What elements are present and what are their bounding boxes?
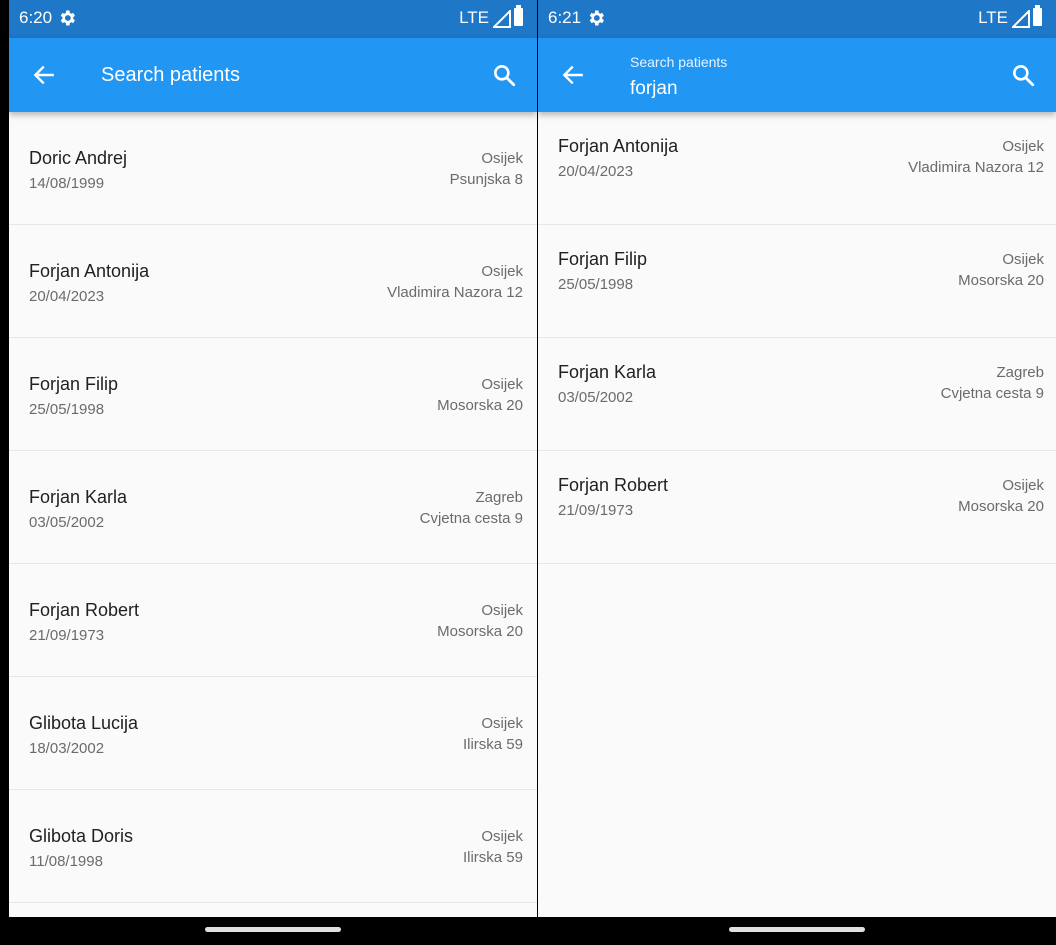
patient-dob: 03/05/2002 [558,389,634,406]
patient-dob: 03/05/2002 [29,514,105,531]
patient-city: Osijek [481,715,523,732]
phone-screen-left: 6:20 LTE Search patients Doric Andrej 14… [9,0,537,945]
signal-icon [493,10,511,28]
patient-city: Zagreb [475,489,523,506]
page-title: Search patients [101,64,240,86]
patient-name: Forjan Robert [558,475,669,495]
patient-dob: 14/08/1999 [29,175,105,192]
patient-street: Psunjska 8 [449,171,523,188]
patient-dob: 11/08/1998 [29,853,103,870]
patient-city: Osijek [481,263,523,280]
app-bar: Search patients forjan [538,38,1056,112]
arrow-back-icon[interactable] [31,62,57,88]
patient-city: Osijek [1002,138,1044,155]
patient-street: Mosorska 20 [958,272,1044,289]
patient-dob: 18/03/2002 [29,740,105,757]
status-bar: 6:21 LTE [538,0,1056,38]
patient-city: Osijek [481,602,523,619]
patient-street: Cvjetna cesta 9 [419,510,523,527]
patient-dob: 21/09/1973 [29,627,105,644]
patient-row[interactable]: Forjan Robert 21/09/1973 Osijek Mosorska… [9,564,537,677]
patient-name: Forjan Filip [29,374,119,394]
patient-city: Osijek [481,376,523,393]
app-bar: Search patients [9,38,537,112]
patient-name: Forjan Karla [558,362,657,382]
patient-name: Glibota Doris [29,826,134,846]
patient-name: Forjan Robert [29,600,140,620]
status-time: 6:20 [19,8,53,27]
navigation-bar [9,917,537,945]
patient-street: Ilirska 59 [462,849,523,866]
patient-street: Vladimira Nazora 12 [387,284,523,301]
patient-street: Cvjetna cesta 9 [940,385,1044,402]
patient-name: Forjan Antonija [558,136,679,156]
patient-row[interactable]: Glibota Doris 11/08/1998 Osijek Ilirska … [9,790,537,903]
phone-screen-right: 6:21 LTE Search patients forjan Forjan A… [538,0,1056,945]
search-icon[interactable] [1010,62,1036,88]
patient-name: Forjan Filip [558,249,648,269]
patient-name: Forjan Antonija [29,261,150,281]
search-input[interactable]: forjan [630,78,678,100]
patient-street: Mosorska 20 [958,498,1044,515]
patient-city: Osijek [481,150,523,167]
screens-container: 6:20 LTE Search patients Doric Andrej 14… [0,0,1056,945]
patient-street: Mosorska 20 [437,397,523,414]
patient-row[interactable]: Forjan Filip 25/05/1998 Osijek Mosorska … [9,338,537,451]
patient-city: Zagreb [996,364,1044,381]
patient-street: Mosorska 20 [437,623,523,640]
signal-icon [1012,10,1030,28]
patient-name: Forjan Karla [29,487,128,507]
patient-row[interactable]: Forjan Antonija 20/04/2023 Osijek Vladim… [538,112,1056,225]
patient-row[interactable]: Forjan Karla 03/05/2002 Zagreb Cvjetna c… [538,338,1056,451]
patient-name: Doric Andrej [29,148,128,168]
navigation-bar [538,917,1056,945]
patient-name: Glibota Lucija [29,713,139,733]
home-gesture-handle[interactable] [729,927,865,932]
patient-city: Osijek [1002,251,1044,268]
patient-row[interactable]: Forjan Filip 25/05/1998 Osijek Mosorska … [538,225,1056,338]
battery-icon [514,5,523,26]
search-icon[interactable] [491,62,517,88]
patient-row[interactable]: Forjan Karla 03/05/2002 Zagreb Cvjetna c… [9,451,537,564]
patient-row[interactable]: Doric Andrej 14/08/1999 Osijek Psunjska … [9,112,537,225]
battery-icon [1033,5,1042,26]
network-label: LTE [459,8,489,27]
patient-list: Forjan Antonija 20/04/2023 Osijek Vladim… [538,112,1056,917]
status-time: 6:21 [548,8,582,27]
patient-dob: 20/04/2023 [558,163,634,180]
arrow-back-icon[interactable] [560,62,586,88]
gear-icon [589,10,604,26]
patient-dob: 25/05/1998 [558,276,634,293]
patient-dob: 25/05/1998 [29,401,105,418]
patient-list: Doric Andrej 14/08/1999 Osijek Psunjska … [9,112,537,917]
patient-row[interactable]: Glibota Lucija 18/03/2002 Osijek Ilirska… [9,677,537,790]
patient-city: Osijek [481,828,523,845]
patient-city: Osijek [1002,477,1044,494]
patient-row[interactable]: Forjan Robert 21/09/1973 Osijek Mosorska… [538,451,1056,564]
gear-icon [60,10,75,26]
home-gesture-handle[interactable] [205,927,341,932]
status-bar: 6:20 LTE [9,0,537,38]
patient-row[interactable]: Forjan Antonija 20/04/2023 Osijek Vladim… [9,225,537,338]
search-field-label: Search patients [630,54,728,70]
patient-dob: 21/09/1973 [558,502,634,519]
network-label: LTE [978,8,1008,27]
patient-dob: 20/04/2023 [29,288,105,305]
patient-street: Ilirska 59 [462,736,523,753]
patient-street: Vladimira Nazora 12 [908,159,1044,176]
